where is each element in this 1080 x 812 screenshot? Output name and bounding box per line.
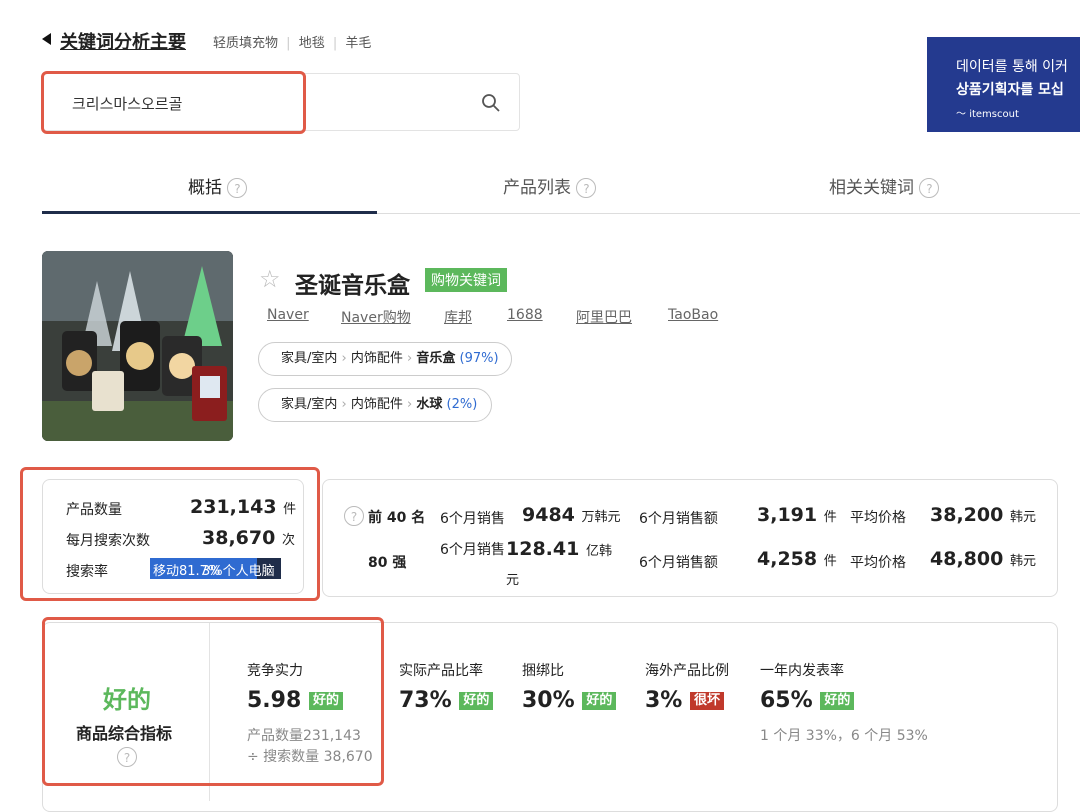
related-keyword[interactable]: 轻质填充物 [213,36,278,51]
link-naver[interactable]: Naver [267,307,309,323]
tab-overview[interactable]: 概括 ? [188,173,248,198]
grade-badge: 很坏 [690,692,725,710]
link-alibaba[interactable]: 阿里巴巴 [576,307,632,327]
sales-6m-value: 9484 万韩元 [522,504,621,526]
avg-price-value: 38,200 韩元 [930,504,1036,526]
category-chip[interactable]: 家具/室内 › 内饰配件 › 水球 (2%) [258,388,492,422]
help-icon[interactable]: ? [919,178,940,198]
bundle-ratio-value: 30% 好的 [522,688,617,713]
grade-badge: 好的 [459,692,494,710]
stats-highlight [20,467,320,601]
tab-product-list[interactable]: 产品列表 ? [503,173,597,198]
avg-price-label: 平均价格 [850,555,906,571]
grade-badge: 好的 [582,692,617,710]
favorite-star-icon[interactable]: ☆ [259,266,281,292]
page-title[interactable]: 关键词分析主要 [60,28,186,54]
sales-6m-label: 6个月销售 [440,511,505,527]
avg-price-value: 48,800 韩元 [930,548,1036,570]
sales-amount-label: 6个月销售额 [639,511,718,527]
related-keyword[interactable]: 地毯 [299,36,325,51]
sales-amount-value: 3,191 件 [757,504,837,526]
ad-banner[interactable]: 데이터를 통해 이커 상품기획자를 모십 〜 itemscout [927,37,1080,132]
help-icon[interactable]: ? [344,506,364,526]
sales-amount-label: 6个月销售额 [639,555,718,571]
sales-card [322,479,1058,597]
overseas-ratio-value: 3% 很坏 [645,688,725,713]
ad-brand: 〜 itemscout [956,109,1019,120]
keyword-title: 圣诞音乐盒 [295,273,410,299]
link-1688[interactable]: 1688 [507,307,543,323]
back-arrow-icon[interactable] [42,33,51,45]
help-icon[interactable]: ? [227,178,248,198]
avg-price-label: 平均价格 [850,510,906,526]
real-product-ratio-label: 实际产品比率 [399,663,483,679]
grade-badge: 好的 [820,692,855,710]
overseas-ratio-label: 海外产品比例 [645,663,729,679]
year-publish-rate-label: 一年内发表率 [760,663,844,679]
sales-6m-value: 128.41 亿韩元 [506,538,612,588]
link-naver-shopping[interactable]: Naver购物 [341,307,411,327]
ad-text-line2: 상품기획자를 모십 [956,82,1064,98]
sales-amount-value: 4,258 件 [757,548,837,570]
rank-top40: 前 40 名 [368,510,426,526]
related-keyword[interactable]: 羊毛 [345,36,371,51]
metrics-highlight [42,617,384,786]
category-chip[interactable]: 家具/室内 › 内饰配件 › 音乐盒 (97%) [258,342,512,376]
year-publish-note: 1 个月 33%，6 个月 53% [760,728,928,744]
sales-6m-label: 6个月销售 [440,542,505,558]
rank-top80: 80 强 [368,555,407,571]
link-taobao[interactable]: TaoBao [668,307,718,323]
link-coupang[interactable]: 库邦 [444,307,472,327]
help-icon[interactable]: ? [576,178,597,198]
product-image [42,251,233,441]
search-highlight [41,71,306,134]
tab-related-keywords[interactable]: 相关关键词 ? [829,173,940,198]
ad-text-line1: 데이터를 통해 이커 [956,59,1068,75]
search-icon[interactable] [481,93,501,117]
tab-active-underline [42,211,377,214]
related-keywords: 轻质填充物 | 地毯 | 羊毛 [213,36,372,51]
bundle-ratio-label: 捆绑比 [522,663,564,679]
itemscout-logo-icon: 〜 [956,109,966,120]
shopping-keyword-badge: 购物关键词 [425,268,507,292]
year-publish-rate-value: 65% 好的 [760,688,855,713]
real-product-ratio-value: 73% 好的 [399,688,494,713]
